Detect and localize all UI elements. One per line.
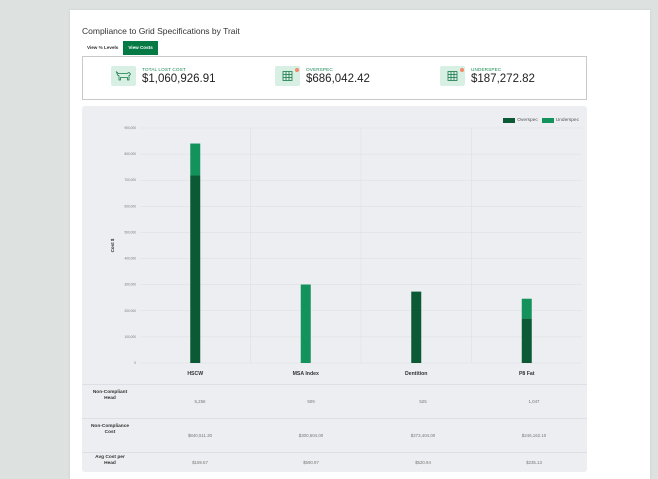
view-tabs: View % Levels View Costs — [82, 41, 158, 55]
x-category-label: HSCW — [187, 371, 203, 376]
table-cell: $235.13 — [526, 460, 542, 465]
table-row: Non-Compliance Cost $840,511.30 $300,604… — [82, 418, 587, 452]
table-cell: $840,511.30 — [187, 433, 213, 438]
compliance-card: Compliance to Grid Specifications by Tra… — [70, 10, 650, 479]
y-tick-label: 700,000 — [124, 178, 136, 182]
bar-overspec — [411, 291, 422, 363]
table-cell: 509 — [307, 399, 315, 404]
bar-underspec — [300, 284, 311, 363]
kpi-value: $686,042.42 — [306, 73, 370, 85]
kpi-label: TOTAL LOST COST — [142, 67, 186, 72]
chart-panel: Overspec Underspec 0 100,000 200,000 300,00… — [82, 106, 587, 472]
y-tick-label: 400,000 — [124, 257, 136, 261]
alert-dot — [295, 68, 299, 72]
table-cell: $300,604.00 — [298, 433, 324, 438]
y-tick-label: 600,000 — [124, 204, 136, 208]
kpi-summary: TOTAL LOST COST $1,060,926.91 OVERSPEC $… — [82, 56, 587, 100]
table-cell: $590.97 — [303, 460, 319, 465]
bar-overspec — [521, 318, 532, 363]
table-cell: $520.94 — [415, 460, 431, 465]
x-category-label: Dentition — [405, 371, 427, 376]
y-tick-label: 800,000 — [124, 152, 136, 156]
tab-view-costs[interactable]: View Costs — [123, 41, 158, 55]
table-row: Avg Cost per Head $159.67 $590.97 $520.9… — [82, 452, 587, 472]
kpi-overspec: OVERSPEC $686,042.42 — [275, 66, 370, 86]
bar-overspec — [190, 175, 201, 363]
kpi-label: OVERSPEC — [306, 67, 333, 72]
y-tick-label: 0 — [134, 361, 136, 365]
y-axis-label: Cost $ — [110, 238, 115, 252]
bar-chart: 0 100,000 200,000 300,000 400,000 500,000 600,… — [110, 126, 582, 376]
kpi-total-lost-cost: TOTAL LOST COST $1,060,926.91 — [111, 66, 216, 86]
x-category-label: MSA Index — [293, 371, 319, 376]
table-cell: $159.67 — [192, 460, 208, 465]
table-cell: 1,047 — [528, 399, 540, 404]
tab-view-levels[interactable]: View % Levels — [82, 41, 123, 55]
bar-underspec — [190, 143, 201, 176]
page-title: Compliance to Grid Specifications by Tra… — [82, 26, 240, 36]
kpi-value: $187,272.82 — [471, 73, 535, 85]
kpi-label: UNDERSPEC — [471, 67, 502, 72]
alert-dot — [460, 68, 464, 72]
row-header: Non-Compliance Cost — [90, 424, 130, 436]
y-tick-label: 500,000 — [124, 230, 136, 234]
table-cell: 525 — [419, 399, 427, 404]
kpi-underspec: UNDERSPEC $187,272.82 — [440, 66, 535, 86]
row-header: Avg Cost per Head — [95, 455, 125, 467]
grid-icon — [275, 66, 300, 86]
y-tick-label: 200,000 — [124, 309, 136, 313]
y-tick-label: 100,000 — [124, 335, 136, 339]
y-tick-label: 300,000 — [124, 283, 136, 287]
table-cell: $246,162.10 — [521, 433, 547, 438]
table-cell: 5,256 — [194, 399, 206, 404]
cow-icon — [111, 66, 136, 86]
table-cell: $273,404.00 — [410, 433, 436, 438]
grid-icon — [440, 66, 465, 86]
x-category-label: P8 Fat — [519, 371, 535, 376]
table-row: Non-Compliant Head 5,256 509 525 1,047 — [82, 384, 587, 418]
bar-underspec — [521, 298, 532, 319]
y-tick-label: 900,000 — [124, 126, 136, 130]
row-header: Non-Compliant Head — [92, 390, 128, 402]
kpi-value: $1,060,926.91 — [142, 73, 216, 85]
